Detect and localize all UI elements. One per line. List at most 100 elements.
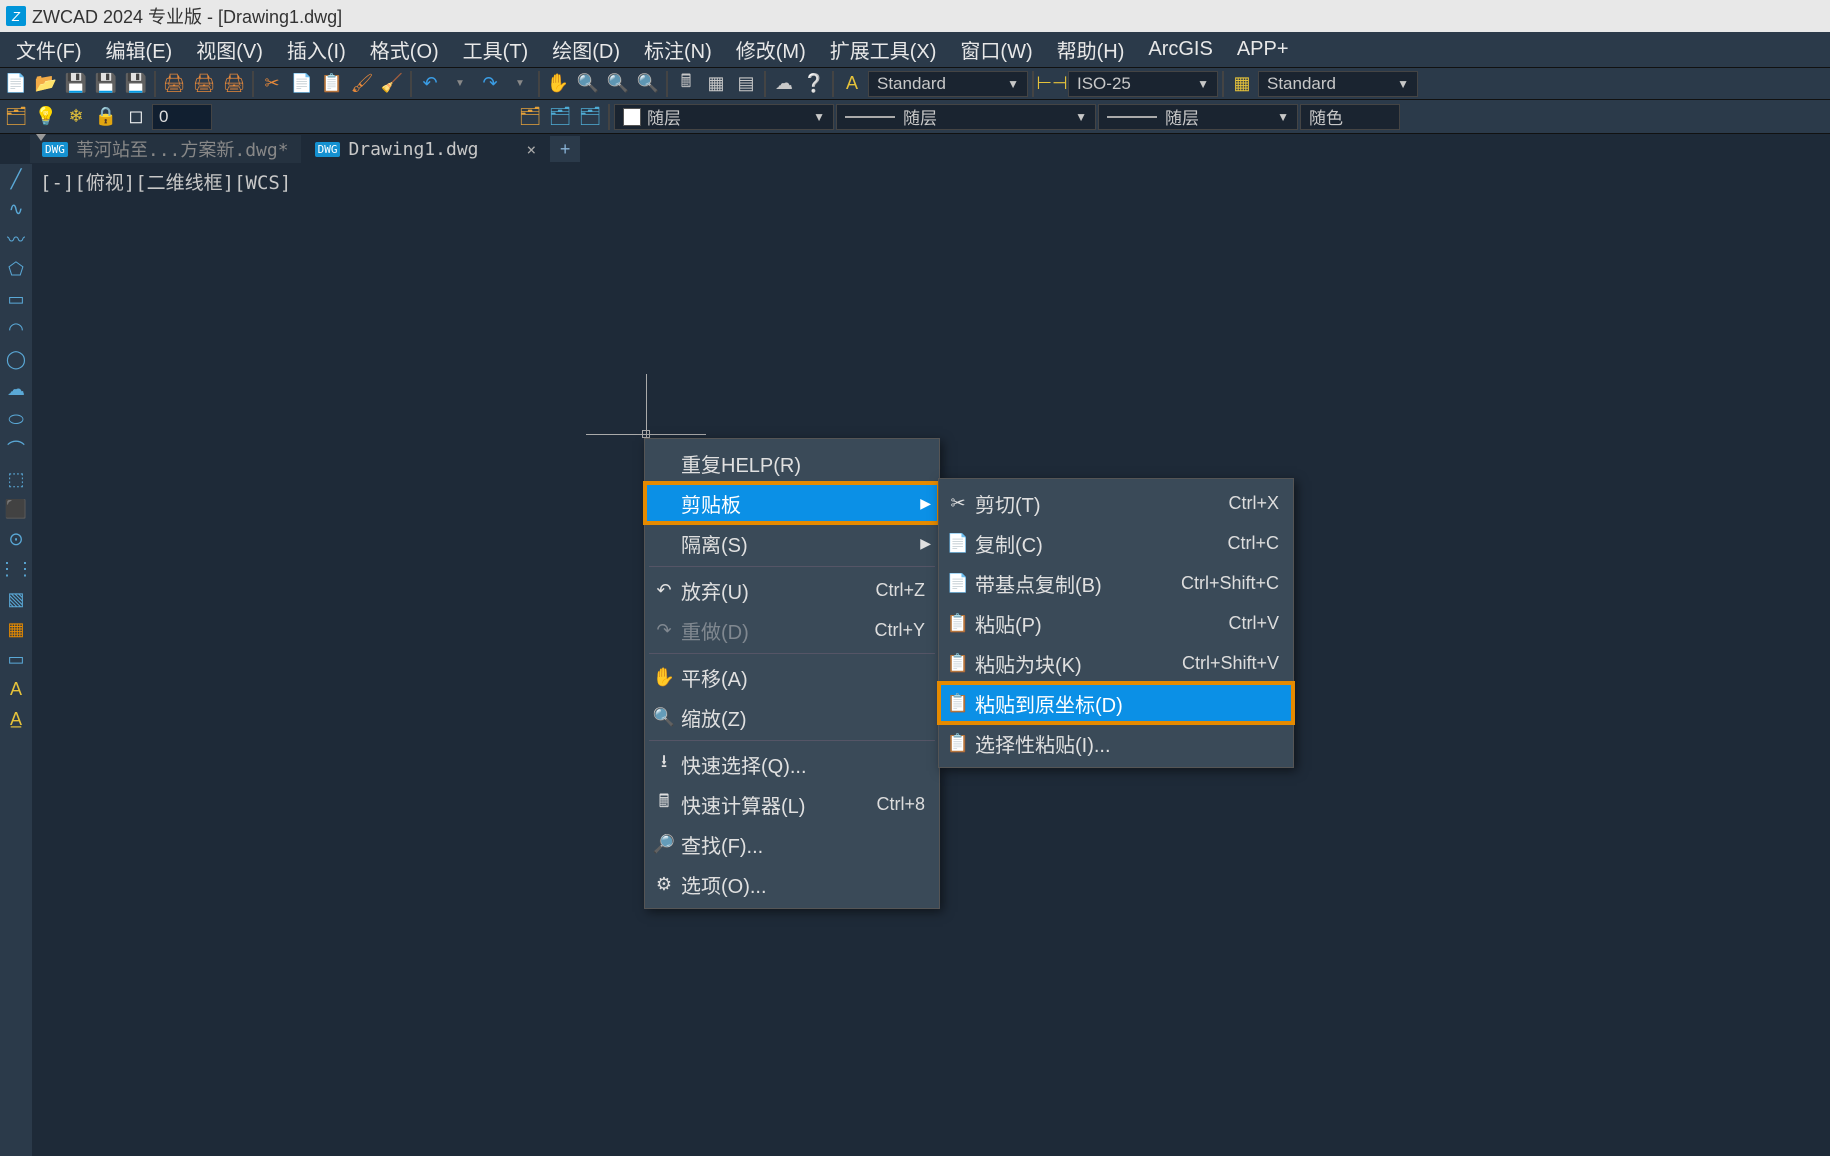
lineweight-combo[interactable]: 随层 ▼ [1098, 104, 1298, 130]
menu-item[interactable]: ⚙选项(O)... [645, 864, 939, 904]
match-icon[interactable]: 🖌 [348, 71, 376, 97]
layerstate-icon-1[interactable]: 🗂 [516, 104, 544, 130]
menu-item[interactable]: 🖩快速计算器(L)Ctrl+8 [645, 784, 939, 824]
menu-item[interactable]: 📋粘贴(P)Ctrl+V [939, 603, 1293, 643]
menu-app[interactable]: APP+ [1225, 32, 1301, 67]
dimstyle-icon[interactable]: ⊢⊣ [1038, 71, 1066, 97]
linetype-combo[interactable]: 随层 ▼ [836, 104, 1096, 130]
tabs-dropdown-icon[interactable] [36, 134, 46, 141]
layerstate-icon-2[interactable]: 🗂 [546, 104, 574, 130]
menu-h[interactable]: 帮助(H) [1045, 29, 1137, 70]
cloud-icon[interactable]: ☁ [770, 71, 798, 97]
new-icon[interactable]: 📄 [2, 71, 30, 97]
open-icon[interactable]: 📂 [32, 71, 60, 97]
ellipsearc-tool-icon[interactable]: ⌒ [2, 436, 30, 462]
hatch-pts-tool-icon[interactable]: ⋮⋮ [2, 556, 30, 582]
menu-arcgis[interactable]: ArcGIS [1136, 32, 1224, 67]
viewport-labels[interactable]: [-][俯视][二维线框][WCS] [40, 168, 291, 195]
menu-item[interactable]: ↶放弃(U)Ctrl+Z [645, 570, 939, 610]
save-icon[interactable]: 💾 [62, 71, 90, 97]
point-tool-icon[interactable]: ⊙ [2, 526, 30, 552]
redo-icon[interactable]: ↷ [476, 71, 504, 97]
menu-item[interactable]: 📋粘贴为块(K)Ctrl+Shift+V [939, 643, 1293, 683]
cut-icon[interactable]: ✂ [258, 71, 286, 97]
hatch-tool-icon[interactable]: ▧ [2, 586, 30, 612]
menu-item[interactable]: 重复HELP(R) [645, 443, 939, 483]
rectangle-tool-icon[interactable]: ▭ [2, 286, 30, 312]
plotstyle-combo[interactable]: 随色 [1300, 104, 1400, 130]
zoom-realtime-icon[interactable]: 🔍 [574, 71, 602, 97]
copy-icon[interactable]: 📄 [288, 71, 316, 97]
print-preview-icon[interactable]: 🖨 [190, 71, 218, 97]
revcloud-tool-icon[interactable]: ☁ [2, 376, 30, 402]
menu-o[interactable]: 格式(O) [358, 29, 451, 70]
menu-item[interactable]: 📋粘贴到原坐标(D) [939, 683, 1293, 723]
pan-icon[interactable]: ✋ [544, 71, 572, 97]
document-tab-inactive[interactable]: DWG 苇河站至...方案新.dwg* [30, 135, 301, 163]
undo-icon[interactable]: ↶ [416, 71, 444, 97]
layer-color-icon[interactable]: ◻ [122, 104, 150, 130]
menu-f[interactable]: 文件(F) [4, 29, 94, 70]
document-tab-active[interactable]: DWG Drawing1.dwg × [303, 135, 549, 163]
add-tab-button[interactable]: + [550, 136, 580, 162]
table-icon[interactable]: ▦ [702, 71, 730, 97]
zoom-window-icon[interactable]: 🔍 [604, 71, 632, 97]
paste-icon[interactable]: 📋 [318, 71, 346, 97]
properties-icon[interactable]: ▤ [732, 71, 760, 97]
textstyle-combo[interactable]: Standard ▼ [868, 71, 1028, 97]
spline-tool-icon[interactable]: 〰 [2, 226, 30, 252]
ellipse-tool-icon[interactable]: ⬭ [2, 406, 30, 432]
help-icon[interactable]: ❔ [800, 71, 828, 97]
menu-x[interactable]: 扩展工具(X) [818, 29, 949, 70]
layer-combo[interactable]: 0 [152, 104, 212, 130]
layer-freeze-icon[interactable]: ❄ [62, 104, 90, 130]
publish-icon[interactable]: 🖨 [220, 71, 248, 97]
menu-m[interactable]: 修改(M) [724, 29, 818, 70]
gradient-tool-icon[interactable]: ▦ [2, 616, 30, 642]
menu-item[interactable]: ⭳快速选择(Q)... [645, 744, 939, 784]
textstyle-icon[interactable]: A [838, 71, 866, 97]
layer-manager-icon[interactable]: 🗂 [2, 104, 30, 130]
menu-e[interactable]: 编辑(E) [94, 29, 185, 70]
redo-drop-icon[interactable]: ▼ [506, 71, 534, 97]
close-icon[interactable]: × [527, 140, 537, 159]
layer-on-icon[interactable]: 💡 [32, 104, 60, 130]
menu-item[interactable]: 📄复制(C)Ctrl+C [939, 523, 1293, 563]
undo-drop-icon[interactable]: ▼ [446, 71, 474, 97]
tablestyle-icon[interactable]: ▦ [1228, 71, 1256, 97]
polygon-tool-icon[interactable]: ⬠ [2, 256, 30, 282]
dimstyle-combo[interactable]: ISO-25 ▼ [1068, 71, 1218, 97]
print-icon[interactable]: 🖨 [160, 71, 188, 97]
menu-item[interactable]: 🔎查找(F)... [645, 824, 939, 864]
erase-icon[interactable]: 🧹 [378, 71, 406, 97]
menu-item[interactable]: 🔍缩放(Z) [645, 697, 939, 737]
menu-d[interactable]: 绘图(D) [540, 29, 632, 70]
circle-tool-icon[interactable]: ◯ [2, 346, 30, 372]
mtext-tool-icon[interactable]: A̲ [2, 706, 30, 732]
calc-icon[interactable]: 🖩 [672, 71, 700, 97]
arc-tool-icon[interactable]: ◠ [2, 316, 30, 342]
layerstate-icon-3[interactable]: 🗂 [576, 104, 604, 130]
region-tool-icon[interactable]: ▭ [2, 646, 30, 672]
menu-n[interactable]: 标注(N) [632, 29, 724, 70]
menu-item[interactable]: 剪贴板▶ [645, 483, 939, 523]
text-tool-icon[interactable]: A [2, 676, 30, 702]
menu-v[interactable]: 视图(V) [184, 29, 275, 70]
line-tool-icon[interactable]: ╱ [2, 166, 30, 192]
saveall-icon[interactable]: 💾 [92, 71, 120, 97]
menu-item[interactable]: ✋平移(A) [645, 657, 939, 697]
menu-w[interactable]: 窗口(W) [948, 29, 1044, 70]
color-combo[interactable]: 随层 ▼ [614, 104, 834, 130]
menu-t[interactable]: 工具(T) [451, 29, 541, 70]
saveas-icon[interactable]: 💾 [122, 71, 150, 97]
menu-i[interactable]: 插入(I) [275, 29, 358, 70]
polyline-tool-icon[interactable]: ∿ [2, 196, 30, 222]
block-tool-icon[interactable]: ⬛ [2, 496, 30, 522]
tablestyle-combo[interactable]: Standard ▼ [1258, 71, 1418, 97]
layer-lock-icon[interactable]: 🔒 [92, 104, 120, 130]
insert-block-tool-icon[interactable]: ⬚ [2, 466, 30, 492]
menu-item[interactable]: 📋选择性粘贴(I)... [939, 723, 1293, 763]
menu-item[interactable]: 隔离(S)▶ [645, 523, 939, 563]
zoom-prev-icon[interactable]: 🔍 [634, 71, 662, 97]
menu-item[interactable]: ✂剪切(T)Ctrl+X [939, 483, 1293, 523]
